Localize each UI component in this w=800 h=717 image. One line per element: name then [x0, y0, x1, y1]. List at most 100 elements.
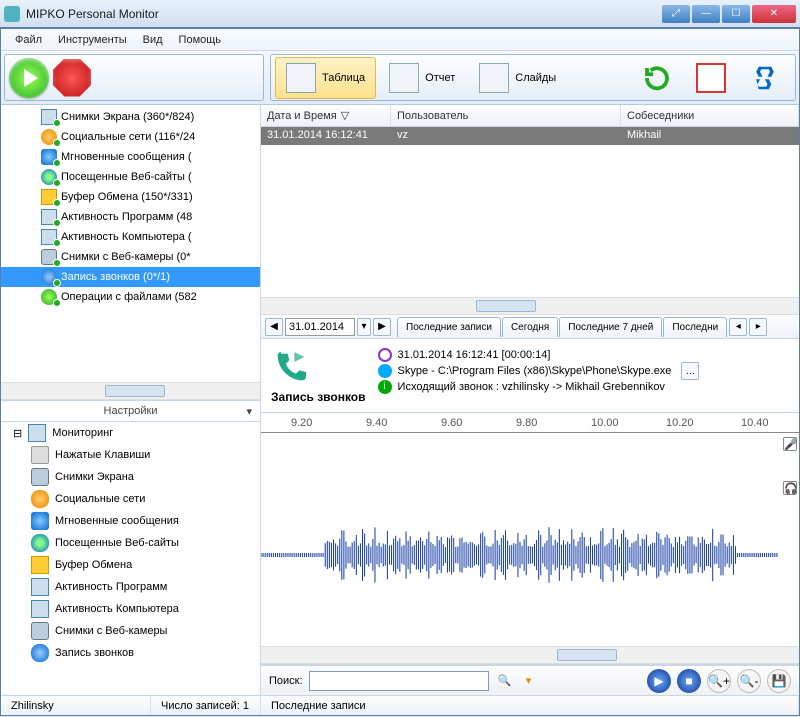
save-button[interactable]: 💾 [767, 669, 791, 693]
tree-item[interactable]: Социальные сети (116*/24 [1, 127, 260, 147]
window-extra-button[interactable]: ⤢ [662, 5, 690, 23]
settings-item-label: Активность Программ [55, 581, 167, 593]
mic-track-icon[interactable]: 🎤 [783, 437, 797, 451]
tree-item[interactable]: Буфер Обмена (150*/331) [1, 187, 260, 207]
view-report-button[interactable]: Отчет [378, 57, 466, 99]
clock-icon [378, 348, 392, 362]
tree-item[interactable]: Запись звонков (0*/1) [1, 267, 260, 287]
recycle-icon [750, 63, 780, 93]
date-input[interactable] [285, 318, 355, 336]
filter-icon[interactable]: ▾ [521, 674, 537, 687]
stop-monitoring-button[interactable] [53, 59, 91, 97]
filter-tab[interactable]: Последние записи [397, 317, 501, 337]
refresh-button[interactable] [631, 57, 683, 99]
recycle-button[interactable] [739, 57, 791, 99]
view-table-button[interactable]: Таблица [275, 57, 376, 99]
settings-item[interactable]: Социальные сети [1, 488, 260, 510]
settings-item-label: Мгновенные сообщения [55, 515, 179, 527]
filter-tab[interactable]: Сегодня [502, 317, 558, 337]
wave-scrollbar[interactable] [261, 646, 799, 664]
refresh-icon [642, 63, 672, 93]
play-button[interactable]: ▶ [647, 669, 671, 693]
waveform [261, 525, 779, 585]
tree-item-label: Мгновенные сообщения ( [61, 151, 192, 163]
view-slides-button[interactable]: Слайды [468, 57, 567, 99]
tree-item[interactable]: Снимки Экрана (360*/824) [1, 107, 260, 127]
tabs-scroll-left[interactable]: ◂ [729, 318, 747, 336]
view-slides-label: Слайды [515, 72, 556, 84]
settings-item-icon [31, 600, 49, 618]
settings-item[interactable]: Посещенные Веб-сайты [1, 532, 260, 554]
waveform-area[interactable]: 🎤 🎧 [261, 433, 799, 665]
tree-item[interactable]: Мгновенные сообщения ( [1, 147, 260, 167]
settings-item[interactable]: Активность Программ [1, 576, 260, 598]
window-close-button[interactable]: ✕ [752, 5, 796, 23]
tree-item[interactable]: Активность Программ (48 [1, 207, 260, 227]
tabs-scroll-right[interactable]: ▸ [749, 318, 767, 336]
settings-root[interactable]: ⊟ Мониторинг [1, 422, 260, 444]
view-report-label: Отчет [425, 72, 455, 84]
date-prev-button[interactable]: ◀ [265, 318, 283, 336]
col-datetime[interactable]: Дата и Время ▽ [261, 105, 391, 126]
col-peers[interactable]: Собеседники [621, 105, 799, 126]
filter-tab[interactable]: Последни [663, 317, 727, 337]
settings-item-label: Нажатые Клавиши [55, 449, 150, 461]
tree-item-label: Снимки с Веб-камеры (0* [61, 251, 191, 263]
tree-item-label: Активность Компьютера ( [61, 231, 192, 243]
menu-view[interactable]: Вид [135, 32, 171, 48]
start-monitoring-button[interactable] [9, 58, 49, 98]
settings-item-icon [31, 578, 49, 596]
cell-peers: Mikhail [621, 127, 799, 145]
settings-item[interactable]: Снимки Экрана [1, 466, 260, 488]
status-badge-icon [53, 279, 61, 287]
menu-help[interactable]: Помощь [171, 32, 230, 48]
zoom-out-button[interactable]: 🔍- [737, 669, 761, 693]
settings-item[interactable]: Запись звонков [1, 642, 260, 664]
tree-item[interactable]: Посещенные Веб-сайты ( [1, 167, 260, 187]
stop-button[interactable]: ■ [677, 669, 701, 693]
table-icon [286, 63, 316, 93]
col-user[interactable]: Пользователь [391, 105, 621, 126]
menu-tools[interactable]: Инструменты [50, 32, 135, 48]
ruler-tick: 9.40 [366, 417, 387, 429]
grid-header: Дата и Время ▽ Пользователь Собеседники [261, 105, 799, 127]
ruler-tick: 9.80 [516, 417, 537, 429]
settings-item[interactable]: Активность Компьютера [1, 598, 260, 620]
tree-item[interactable]: Активность Компьютера ( [1, 227, 260, 247]
tree-item-label: Посещенные Веб-сайты ( [61, 171, 192, 183]
window-maximize-button[interactable]: ☐ [722, 5, 750, 23]
settings-header[interactable]: Настройки ▾ [1, 400, 260, 422]
search-input[interactable] [309, 671, 489, 691]
settings-item[interactable]: Буфер Обмена [1, 554, 260, 576]
settings-item[interactable]: Снимки с Веб-камеры [1, 620, 260, 642]
date-next-button[interactable]: ▶ [373, 318, 391, 336]
date-dropdown-button[interactable]: ▾ [357, 318, 371, 336]
search-icon[interactable]: 🔍 [495, 674, 515, 687]
settings-item[interactable]: Нажатые Клавиши [1, 444, 260, 466]
cell-user: vz [391, 127, 621, 145]
app-more-button[interactable]: … [681, 362, 699, 380]
window-minimize-button[interactable]: — [692, 5, 720, 23]
status-section: Последние записи [261, 696, 799, 715]
settings-item[interactable]: Мгновенные сообщения [1, 510, 260, 532]
tree-scrollbar[interactable] [1, 382, 260, 400]
calendar-button[interactable] [685, 57, 737, 99]
calendar-icon [696, 63, 726, 93]
tree-item[interactable]: Операции с файлами (582 [1, 287, 260, 307]
zoom-in-button[interactable]: 🔍+ [707, 669, 731, 693]
detail-header: Запись звонков 31.01.2014 16:12:41 [00:0… [261, 339, 799, 413]
settings-root-label: Мониторинг [52, 427, 113, 439]
settings-tree[interactable]: ⊟ Мониторинг Нажатые Клавиши Снимки Экран… [1, 422, 260, 695]
info-icon: i [378, 380, 392, 394]
tree-item[interactable]: Снимки с Веб-камеры (0* [1, 247, 260, 267]
detail-app: Skype - C:\Program Files (x86)\Skype\Pho… [398, 365, 672, 377]
category-tree[interactable]: Снимки Экрана (360*/824)Социальные сети … [1, 105, 260, 382]
menu-file[interactable]: Файл [7, 32, 50, 48]
filter-tab[interactable]: Последние 7 дней [559, 317, 662, 337]
view-table-label: Таблица [322, 72, 365, 84]
tree-item-label: Операции с файлами (582 [61, 291, 197, 303]
speaker-track-icon[interactable]: 🎧 [783, 481, 797, 495]
grid-scrollbar[interactable] [261, 297, 799, 315]
grid-row[interactable]: 31.01.2014 16:12:41vzMikhail [261, 127, 799, 145]
grid-body[interactable]: 31.01.2014 16:12:41vzMikhail [261, 127, 799, 297]
